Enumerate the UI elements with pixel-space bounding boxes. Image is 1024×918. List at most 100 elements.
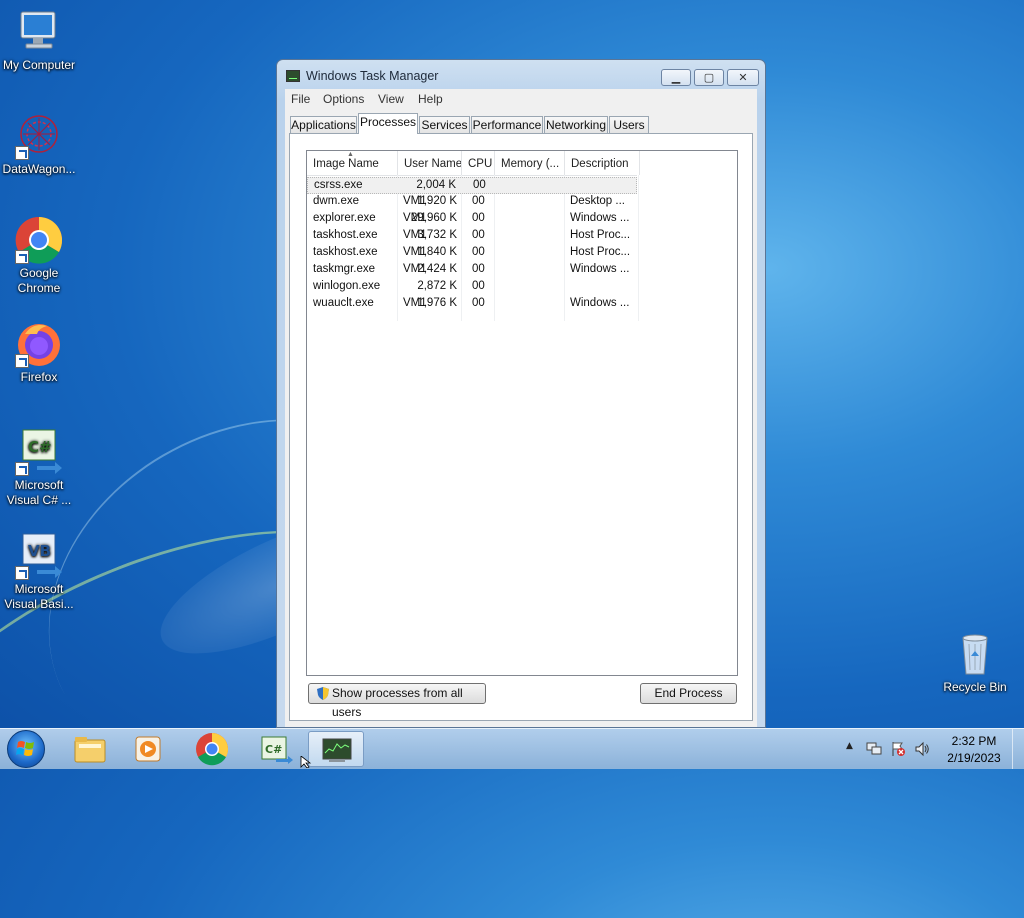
cell-description: Desktop ... <box>570 195 625 207</box>
cell-memory: 3,732 K <box>417 229 457 241</box>
minimize-button[interactable]: ▁ <box>661 69 691 86</box>
close-button[interactable]: ✕ <box>727 69 759 86</box>
menu-file[interactable]: File <box>291 92 310 106</box>
cell-image-name: taskhost.exe <box>313 246 378 258</box>
start-button[interactable] <box>7 730 45 768</box>
cell-image-name: taskmgr.exe <box>313 263 375 275</box>
cell-image-name: dwm.exe <box>313 195 360 207</box>
title-bar[interactable]: Windows Task Manager ▁ ▢ ✕ <box>277 60 765 90</box>
table-row[interactable]: explorer.exe VM1 00 29,960 K Windows ... <box>307 211 637 228</box>
action-center-flag-icon[interactable] <box>890 741 906 757</box>
chrome-icon <box>196 733 229 766</box>
table-row[interactable]: winlogon.exe 00 2,872 K <box>307 279 637 296</box>
cell-description: Host Proc... <box>570 246 631 258</box>
header-divider <box>307 175 637 176</box>
mouse-cursor-icon <box>300 756 312 768</box>
table-row[interactable]: taskmgr.exe VM1 00 2,424 K Windows ... <box>307 262 637 279</box>
desktop-icon-datawagon[interactable]: DataWagon... <box>0 112 78 177</box>
cell-image-name: winlogon.exe <box>313 280 381 292</box>
maximize-icon: ▢ <box>703 71 715 84</box>
column-header-description[interactable]: Description <box>565 151 640 175</box>
desktop-icon-label: Microsoft Visual C# ... <box>6 478 72 507</box>
uac-shield-icon <box>317 687 329 700</box>
desktop-icon-visual-basic[interactable]: VB Microsoft Visual Basi... <box>0 532 78 612</box>
show-desktop-button[interactable] <box>1012 729 1024 769</box>
desktop-icon-label: My Computer <box>2 58 76 72</box>
column-header-image-name[interactable]: ▲ Image Name <box>307 151 398 175</box>
computer-icon <box>15 8 63 56</box>
cell-cpu: 00 <box>473 179 486 191</box>
taskbar-visual-csharp[interactable]: C# <box>246 731 302 767</box>
menu-options[interactable]: Options <box>323 92 364 106</box>
cell-description: Windows ... <box>570 212 630 224</box>
table-row[interactable]: csrss.exe 00 2,004 K <box>307 177 637 194</box>
cell-cpu: 00 <box>472 229 485 241</box>
menu-bar: File Options View Help <box>285 89 757 109</box>
clock-time[interactable]: 2:32 PM <box>944 734 1004 748</box>
cell-image-name: csrss.exe <box>314 179 363 191</box>
show-all-users-label: Show processes from all users <box>332 686 463 719</box>
taskbar-chrome[interactable] <box>184 731 240 767</box>
table-row[interactable]: taskhost.exe VM1 00 3,732 K Host Proc... <box>307 228 637 245</box>
taskbar-media-player[interactable] <box>120 731 176 767</box>
taskbar-explorer[interactable] <box>62 731 118 767</box>
process-list[interactable]: ▲ Image Name User Name CPU Memory (... D… <box>306 150 738 676</box>
column-header-cpu[interactable]: CPU <box>462 151 495 175</box>
show-all-users-button[interactable]: Show processes from all users <box>308 683 486 719</box>
desktop-icon-recycle-bin[interactable]: Recycle Bin <box>936 630 1014 695</box>
recycle-bin-icon <box>951 630 999 678</box>
tab-processes[interactable]: Processes <box>358 113 418 134</box>
show-hidden-icons-icon[interactable]: ▲ <box>846 741 853 751</box>
desktop-icon-my-computer[interactable]: My Computer <box>0 8 78 73</box>
volume-icon[interactable] <box>914 741 930 757</box>
column-header-memory[interactable]: Memory (... <box>495 151 565 175</box>
maximize-button[interactable]: ▢ <box>694 69 724 86</box>
menu-view[interactable]: View <box>378 92 404 106</box>
visual-csharp-icon: C# <box>261 736 293 764</box>
cell-memory: 29,960 K <box>410 212 457 224</box>
desktop-icon-label: Microsoft Visual Basi... <box>4 582 74 611</box>
shortcut-arrow-icon <box>15 354 29 368</box>
windows-logo-icon <box>16 741 34 756</box>
tab-networking[interactable]: Networking <box>544 116 608 133</box>
cell-description: Windows ... <box>570 263 630 275</box>
tab-users[interactable]: Users <box>609 116 649 133</box>
svg-text:C#: C# <box>28 438 52 456</box>
taskbar: C# ▲ 2:32 PM 2/19/2023 <box>0 728 1024 769</box>
end-process-button[interactable]: End Process <box>640 683 737 704</box>
taskbar-task-manager[interactable] <box>308 731 364 767</box>
tab-applications[interactable]: Applications <box>290 116 357 133</box>
task-manager-icon <box>286 70 300 82</box>
network-icon[interactable] <box>866 741 882 757</box>
table-row[interactable]: taskhost.exe VM1 00 1,840 K Host Proc... <box>307 245 637 262</box>
sort-ascending-icon: ▲ <box>347 151 354 158</box>
desktop-icon-visual-csharp[interactable]: C# Microsoft Visual C# ... <box>0 428 78 508</box>
media-player-icon <box>135 736 161 762</box>
cell-description: Windows ... <box>570 297 630 309</box>
clock-date[interactable]: 2/19/2023 <box>944 751 1004 765</box>
cell-cpu: 00 <box>472 280 485 292</box>
cell-memory: 2,872 K <box>417 280 457 292</box>
visual-basic-icon: VB <box>15 532 63 580</box>
table-row[interactable]: dwm.exe VM1 00 1,920 K Desktop ... <box>307 194 637 211</box>
desktop-icon-google-chrome[interactable]: Google Chrome <box>0 216 78 296</box>
svg-text:VB: VB <box>28 542 51 560</box>
visual-csharp-icon: C# <box>15 428 63 476</box>
desktop-icon-firefox[interactable]: Firefox <box>0 320 78 385</box>
shortcut-arrow-icon <box>15 250 29 264</box>
column-header-user-name[interactable]: User Name <box>398 151 462 175</box>
column-label: Image Name <box>313 158 379 170</box>
folder-icon <box>74 737 106 763</box>
task-manager-icon <box>322 738 352 762</box>
desktop-icon-label: DataWagon... <box>2 162 76 176</box>
cell-cpu: 00 <box>472 212 485 224</box>
tab-performance[interactable]: Performance <box>471 116 543 133</box>
menu-help[interactable]: Help <box>418 92 443 106</box>
table-row[interactable]: wuauclt.exe VM1 00 1,976 K Windows ... <box>307 296 637 313</box>
cell-description: Host Proc... <box>570 229 631 241</box>
desktop-icon-label: Firefox <box>20 370 58 384</box>
chrome-icon <box>15 216 63 264</box>
datawagon-icon <box>15 112 63 160</box>
tab-services[interactable]: Services <box>419 116 470 133</box>
svg-text:C#: C# <box>265 743 282 756</box>
